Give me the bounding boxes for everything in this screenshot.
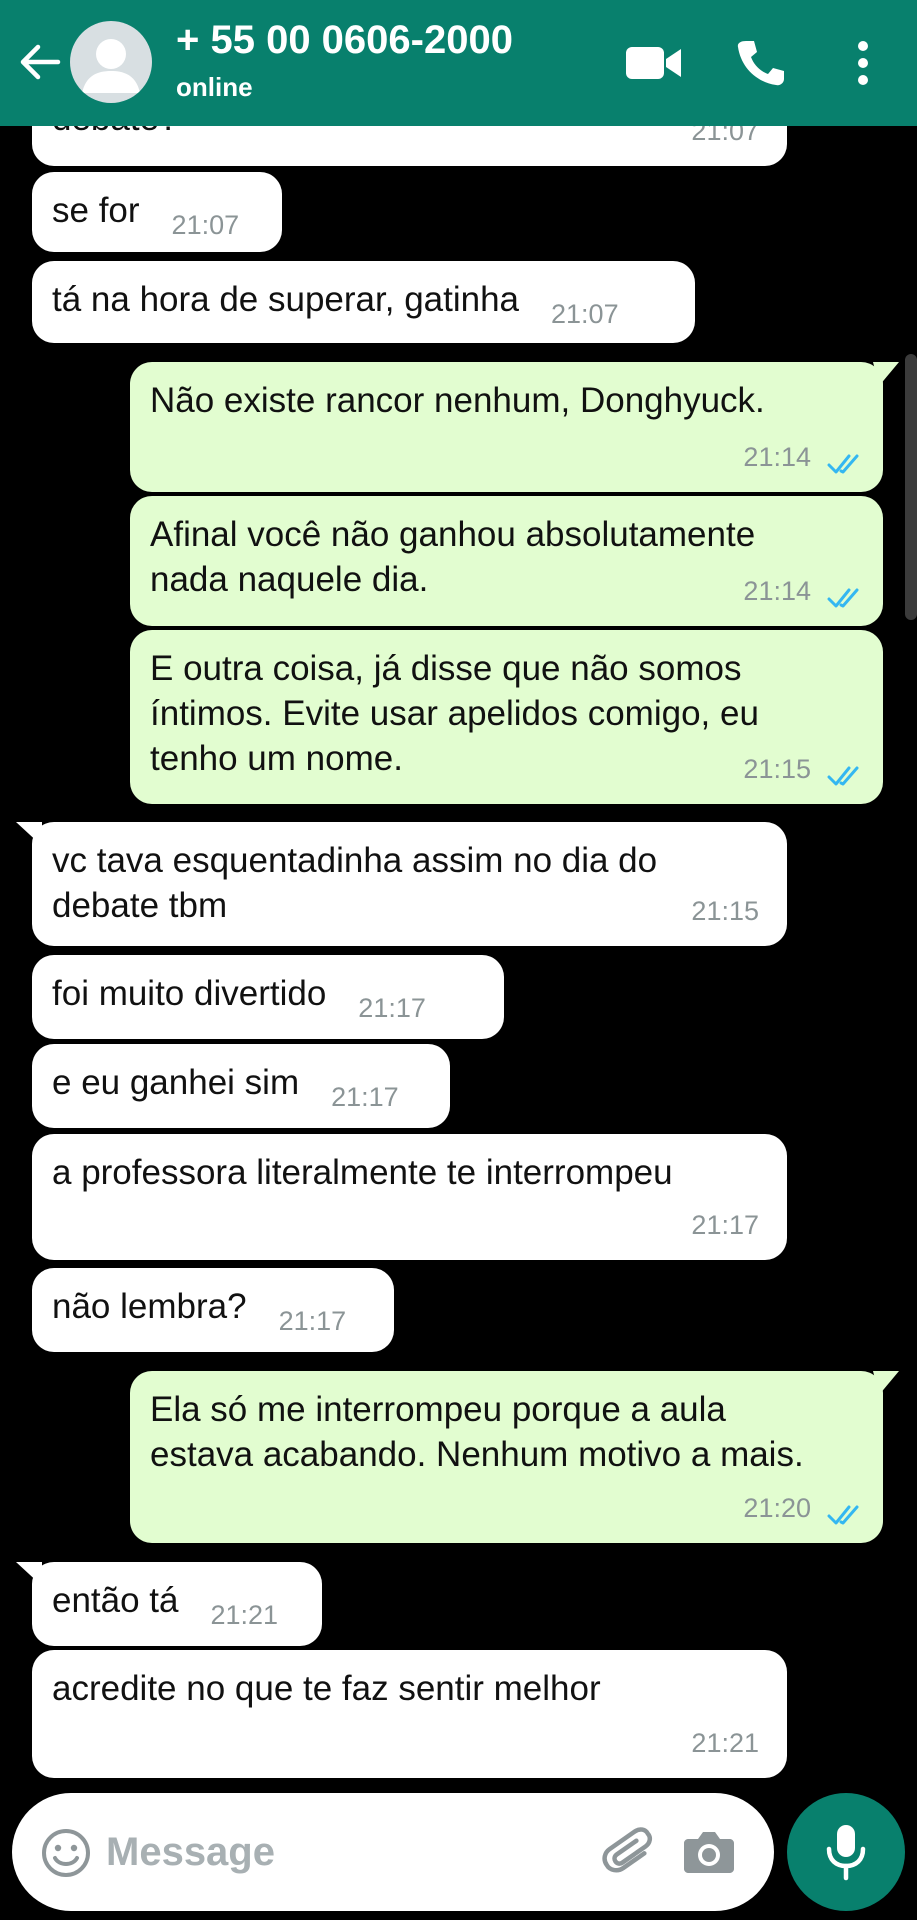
message-time: 21:07 — [171, 210, 240, 240]
chat-header: + 55 00 0606-2000 online — [0, 0, 917, 126]
message-time: 21:14 — [743, 442, 811, 472]
message-incoming[interactable]: acredite no que te faz sentir melhor 21:… — [32, 1650, 787, 1778]
mic-icon — [826, 1825, 866, 1881]
message-time: 21:07 — [551, 299, 619, 329]
bubble-tail — [873, 1371, 899, 1395]
message-outgoing[interactable]: Ela só me interrompeu porque a aula esta… — [130, 1371, 899, 1543]
default-avatar-icon — [82, 39, 140, 93]
message-incoming[interactable]: tá na hora de superar, gatinha 21:07 — [32, 261, 695, 343]
message-incoming[interactable]: a professora literalmente te interrompeu… — [32, 1134, 787, 1260]
attach-icon[interactable] — [600, 1823, 662, 1885]
message-time: 21:17 — [358, 993, 426, 1023]
message-incoming[interactable]: então tá 21:21 — [16, 1562, 322, 1646]
message-outgoing[interactable]: E outra coisa, já disse que não somos ín… — [130, 630, 883, 804]
scrollbar[interactable] — [905, 354, 917, 620]
message-text: acredite no que te faz sentir melhor — [52, 1669, 601, 1708]
message-outgoing[interactable]: Afinal você não ganhou absolutamente nad… — [130, 496, 883, 626]
message-time: 21:17 — [278, 1306, 347, 1336]
message-time: 21:07 — [691, 126, 759, 146]
message-time: 21:15 — [743, 754, 811, 784]
message-text: se for 21:07 — [52, 188, 262, 248]
message-time: 21:14 — [743, 576, 811, 606]
camera-icon[interactable] — [682, 1827, 736, 1877]
chat-area[interactable]: debate? 21:07 se for21:07 tá na hora de … — [0, 126, 917, 1786]
message-incoming[interactable]: se for 21:07 — [32, 172, 282, 252]
voice-record-button[interactable] — [787, 1793, 905, 1911]
message-incoming[interactable]: não lembra? 21:17 — [32, 1268, 394, 1352]
read-receipt-icon — [827, 1505, 859, 1525]
bubble-tail — [16, 1562, 42, 1586]
message-text: então tá 21:21 — [52, 1578, 302, 1638]
contact-name[interactable]: + 55 00 0606-2000 — [176, 18, 513, 63]
message-time: 21:15 — [691, 896, 759, 926]
read-receipt-icon — [827, 766, 859, 786]
message-composer — [12, 1793, 774, 1911]
message-input[interactable] — [104, 1815, 578, 1889]
message-text: debate? — [52, 126, 767, 141]
bubble-tail — [16, 822, 42, 846]
bubble-tail — [873, 362, 899, 386]
message-time: 21:21 — [691, 1728, 759, 1758]
read-receipt-icon — [827, 588, 859, 608]
message-text: foi muito divertido 21:17 — [52, 971, 484, 1031]
message-text: tá na hora de superar, gatinha 21:07 — [52, 277, 675, 337]
message-time: 21:21 — [210, 1600, 279, 1630]
message-text: Ela só me interrompeu porque a aula esta… — [150, 1390, 804, 1474]
message-time: 21:17 — [691, 1210, 759, 1240]
message-time: 21:17 — [331, 1082, 399, 1112]
read-receipt-icon — [827, 454, 859, 474]
message-text: a professora literalmente te interrompeu — [52, 1153, 673, 1192]
message-time: 21:20 — [743, 1493, 811, 1523]
message-incoming[interactable]: foi muito divertido 21:17 — [32, 955, 504, 1039]
phone-icon[interactable] — [730, 35, 790, 91]
avatar[interactable] — [70, 21, 152, 103]
more-options-icon[interactable] — [838, 35, 888, 91]
message-text: e eu ganhei sim 21:17 — [52, 1060, 430, 1120]
message-outgoing[interactable]: Não existe rancor nenhum, Donghyuck. 21:… — [130, 362, 899, 492]
message-incoming[interactable]: debate? 21:07 — [32, 126, 787, 166]
message-text: vc tava esquentadinha assim no dia do de… — [52, 841, 658, 925]
message-incoming[interactable]: e eu ganhei sim 21:17 — [32, 1044, 450, 1128]
contact-status: online — [176, 72, 253, 102]
message-text: não lembra? 21:17 — [52, 1284, 374, 1344]
video-call-icon[interactable] — [624, 35, 684, 91]
message-incoming[interactable]: vc tava esquentadinha assim no dia do de… — [16, 822, 787, 946]
message-text: Não existe rancor nenhum, Donghyuck. — [150, 381, 765, 420]
emoji-icon[interactable] — [40, 1827, 92, 1879]
back-arrow-icon[interactable] — [14, 37, 64, 87]
